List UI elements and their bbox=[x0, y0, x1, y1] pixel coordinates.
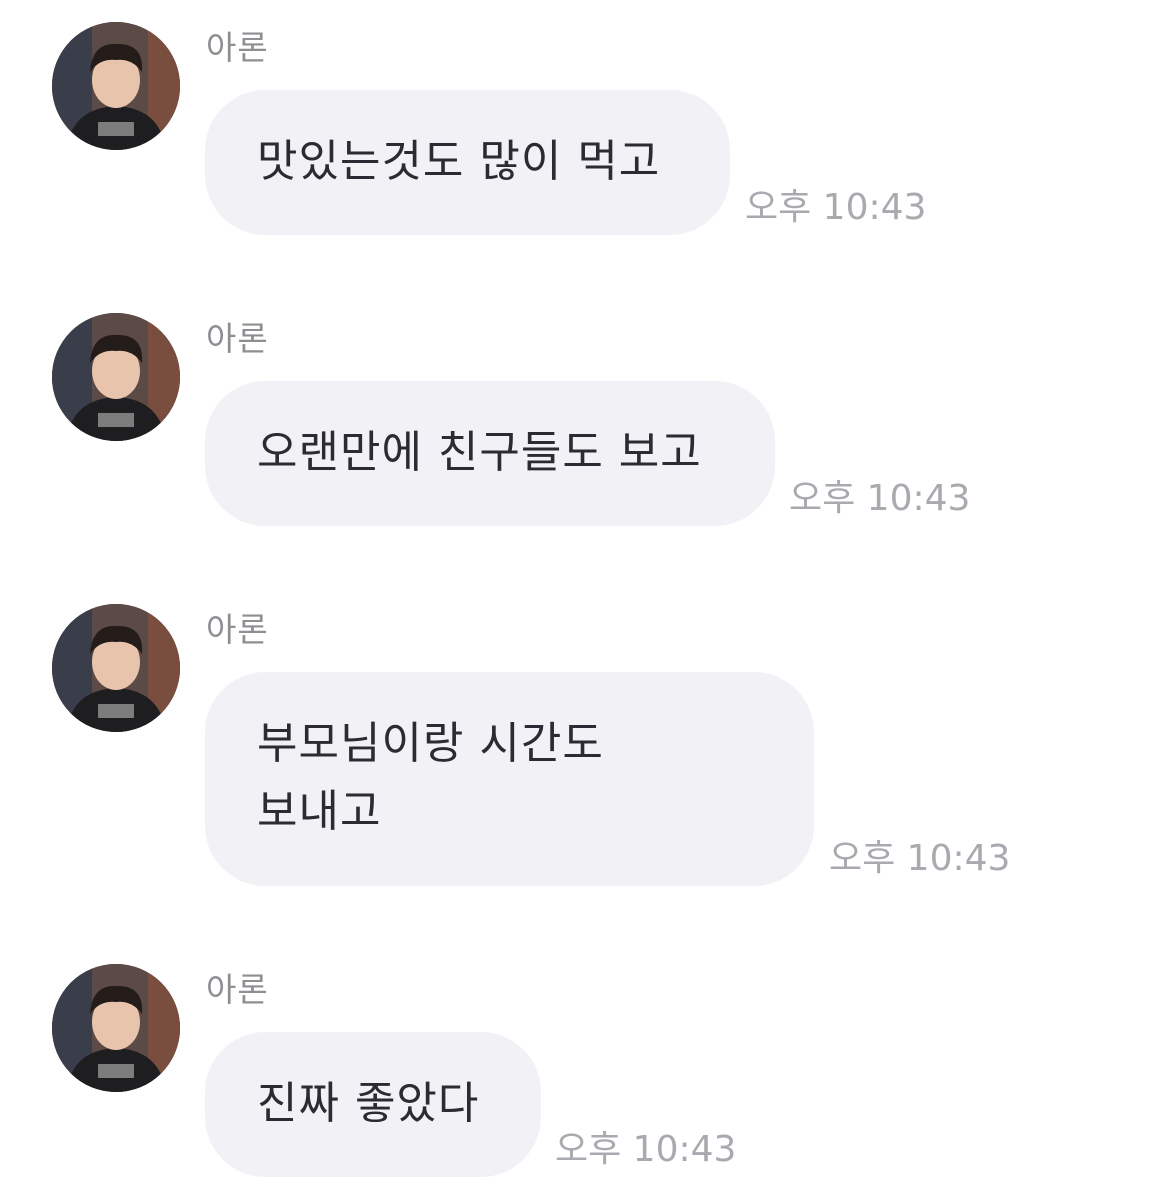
message-text-line: 진짜 좋았다 bbox=[257, 1078, 480, 1129]
message-timestamp: 오후 10:43 bbox=[745, 187, 927, 228]
user-photo-avatar-icon bbox=[52, 964, 180, 1092]
message-group: 아론 진짜 좋았다 오후 10:43 bbox=[0, 942, 1154, 1182]
message-group: 아론 오랜만에 친구들도 보고 오후 10:43 bbox=[0, 291, 1154, 531]
message-text-line: 맛있는것도 많이 먹고 bbox=[257, 136, 661, 187]
message-text-line: 오랜만에 친구들도 보고 bbox=[257, 427, 702, 478]
message-bubble[interactable]: 오랜만에 친구들도 보고 bbox=[205, 381, 775, 526]
message-bubble[interactable]: 맛있는것도 많이 먹고 bbox=[205, 90, 730, 235]
message-bubble[interactable]: 진짜 좋았다 bbox=[205, 1032, 541, 1177]
sender-name: 아론 bbox=[206, 610, 269, 649]
sender-avatar[interactable] bbox=[52, 964, 180, 1092]
sender-name: 아론 bbox=[206, 28, 269, 67]
message-group: 아론 부모님이랑 시간도 보내고 오후 10:43 bbox=[0, 582, 1154, 892]
chat-message-list[interactable]: 아론 맛있는것도 많이 먹고 오후 10:43 아론 오랜만에 친구들도 보고 … bbox=[0, 0, 1154, 1200]
sender-avatar[interactable] bbox=[52, 313, 180, 441]
sender-avatar[interactable] bbox=[52, 604, 180, 732]
message-text-line: 부모님이랑 시간도 bbox=[257, 718, 604, 769]
message-bubble[interactable]: 부모님이랑 시간도 보내고 bbox=[205, 672, 814, 886]
message-text-line: 보내고 bbox=[257, 786, 382, 837]
user-photo-avatar-icon bbox=[52, 22, 180, 150]
sender-avatar[interactable] bbox=[52, 22, 180, 150]
message-timestamp: 오후 10:43 bbox=[555, 1129, 737, 1170]
user-photo-avatar-icon bbox=[52, 313, 180, 441]
sender-name: 아론 bbox=[206, 970, 269, 1009]
message-timestamp: 오후 10:43 bbox=[789, 478, 971, 519]
sender-name: 아론 bbox=[206, 319, 269, 358]
message-group: 아론 맛있는것도 많이 먹고 오후 10:43 bbox=[0, 0, 1154, 240]
message-timestamp: 오후 10:43 bbox=[829, 838, 1011, 879]
user-photo-avatar-icon bbox=[52, 604, 180, 732]
